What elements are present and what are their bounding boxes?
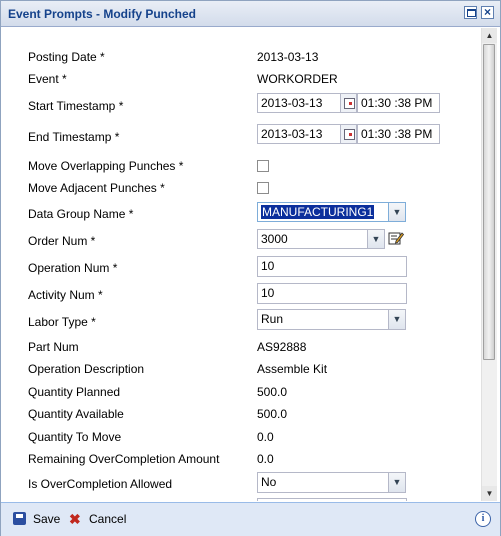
event-value: WORKORDER [257,72,338,86]
order-num-label: Order Num * [28,234,96,248]
scroll-down-icon[interactable]: ▼ [482,486,497,501]
operation-desc-value: Assemble Kit [257,362,328,376]
calendar-icon[interactable] [341,93,357,113]
operation-num-field[interactable]: 10 [257,256,407,277]
move-overlapping-checkbox[interactable] [257,160,269,172]
save-icon [13,512,26,525]
data-group-value: MANUFACTURING1 [261,205,375,219]
info-icon[interactable]: i [475,511,491,527]
calendar-icon[interactable] [341,124,357,144]
start-time-field[interactable]: 01:30 :38 PM [357,93,440,113]
order-num-select[interactable]: 3000 [257,229,368,249]
labor-type-label: Labor Type * [28,315,96,329]
event-prompts-dialog: Event Prompts - Modify Punched × Posting… [0,0,501,536]
cancel-button[interactable]: ✖ Cancel [69,510,129,528]
labor-type-select[interactable]: Run [257,309,389,330]
qty-to-move-value: 0.0 [257,430,274,444]
dialog-title: Event Prompts - Modify Punched [8,7,197,21]
cancel-button-label: Cancel [89,512,127,526]
qty-to-move-label: Quantity To Move [28,430,122,444]
data-group-select[interactable]: MANUFACTURING1 [257,202,389,222]
move-overlapping-label: Move Overlapping Punches * [28,159,184,173]
remaining-overcompletion-label: Remaining OverCompletion Amount [28,452,220,466]
chevron-down-icon[interactable]: ▼ [389,202,406,222]
event-label: Event * [28,72,67,86]
form-scrollbar[interactable]: ▲ ▼ [481,28,497,501]
qty-available-value: 500.0 [257,407,288,421]
qty-planned-value: 500.0 [257,385,288,399]
part-num-label: Part Num [28,340,79,354]
end-timestamp-label: End Timestamp * [28,130,120,144]
start-date-field[interactable]: 2013-03-13 [257,93,341,113]
scroll-thumb[interactable] [483,44,495,360]
move-adjacent-label: Move Adjacent Punches * [28,181,165,195]
operation-num-label: Operation Num * [28,261,118,275]
operation-desc-label: Operation Description [28,362,145,376]
data-group-label: Data Group Name * [28,207,134,221]
remaining-overcompletion-value: 0.0 [257,452,274,466]
start-timestamp-label: Start Timestamp * [28,99,124,113]
dialog-footer: Save ✖ Cancel i [1,502,500,536]
qty-available-label: Quantity Available [28,407,124,421]
posting-date-label: Posting Date * [28,50,105,64]
activity-num-field[interactable]: 10 [257,283,407,304]
close-icon[interactable]: × [481,6,494,19]
overcompletion-allowed-label: Is OverCompletion Allowed [28,477,173,491]
edit-list-icon[interactable] [388,230,404,246]
chevron-down-icon[interactable]: ▼ [389,472,406,493]
scroll-up-icon[interactable]: ▲ [482,28,497,43]
cancel-x-icon: ✖ [69,511,81,527]
form-body: Posting Date * 2013-03-13 Event * WORKOR… [3,28,480,501]
activity-num-label: Activity Num * [28,288,103,302]
qty-planned-label: Quantity Planned [28,385,121,399]
save-button[interactable]: Save [13,510,61,528]
move-adjacent-checkbox[interactable] [257,182,269,194]
posting-date-value: 2013-03-13 [257,50,319,64]
part-num-value: AS92888 [257,340,307,354]
end-date-field[interactable]: 2013-03-13 [257,124,341,144]
maximize-icon[interactable] [464,6,477,19]
dialog-titlebar[interactable]: Event Prompts - Modify Punched × [1,1,500,27]
next-field-select[interactable] [257,498,407,501]
chevron-down-icon[interactable]: ▼ [389,309,406,330]
chevron-down-icon[interactable]: ▼ [368,229,385,249]
save-button-label: Save [33,512,61,526]
overcompletion-allowed-select[interactable]: No [257,472,389,493]
end-time-field[interactable]: 01:30 :38 PM [357,124,440,144]
